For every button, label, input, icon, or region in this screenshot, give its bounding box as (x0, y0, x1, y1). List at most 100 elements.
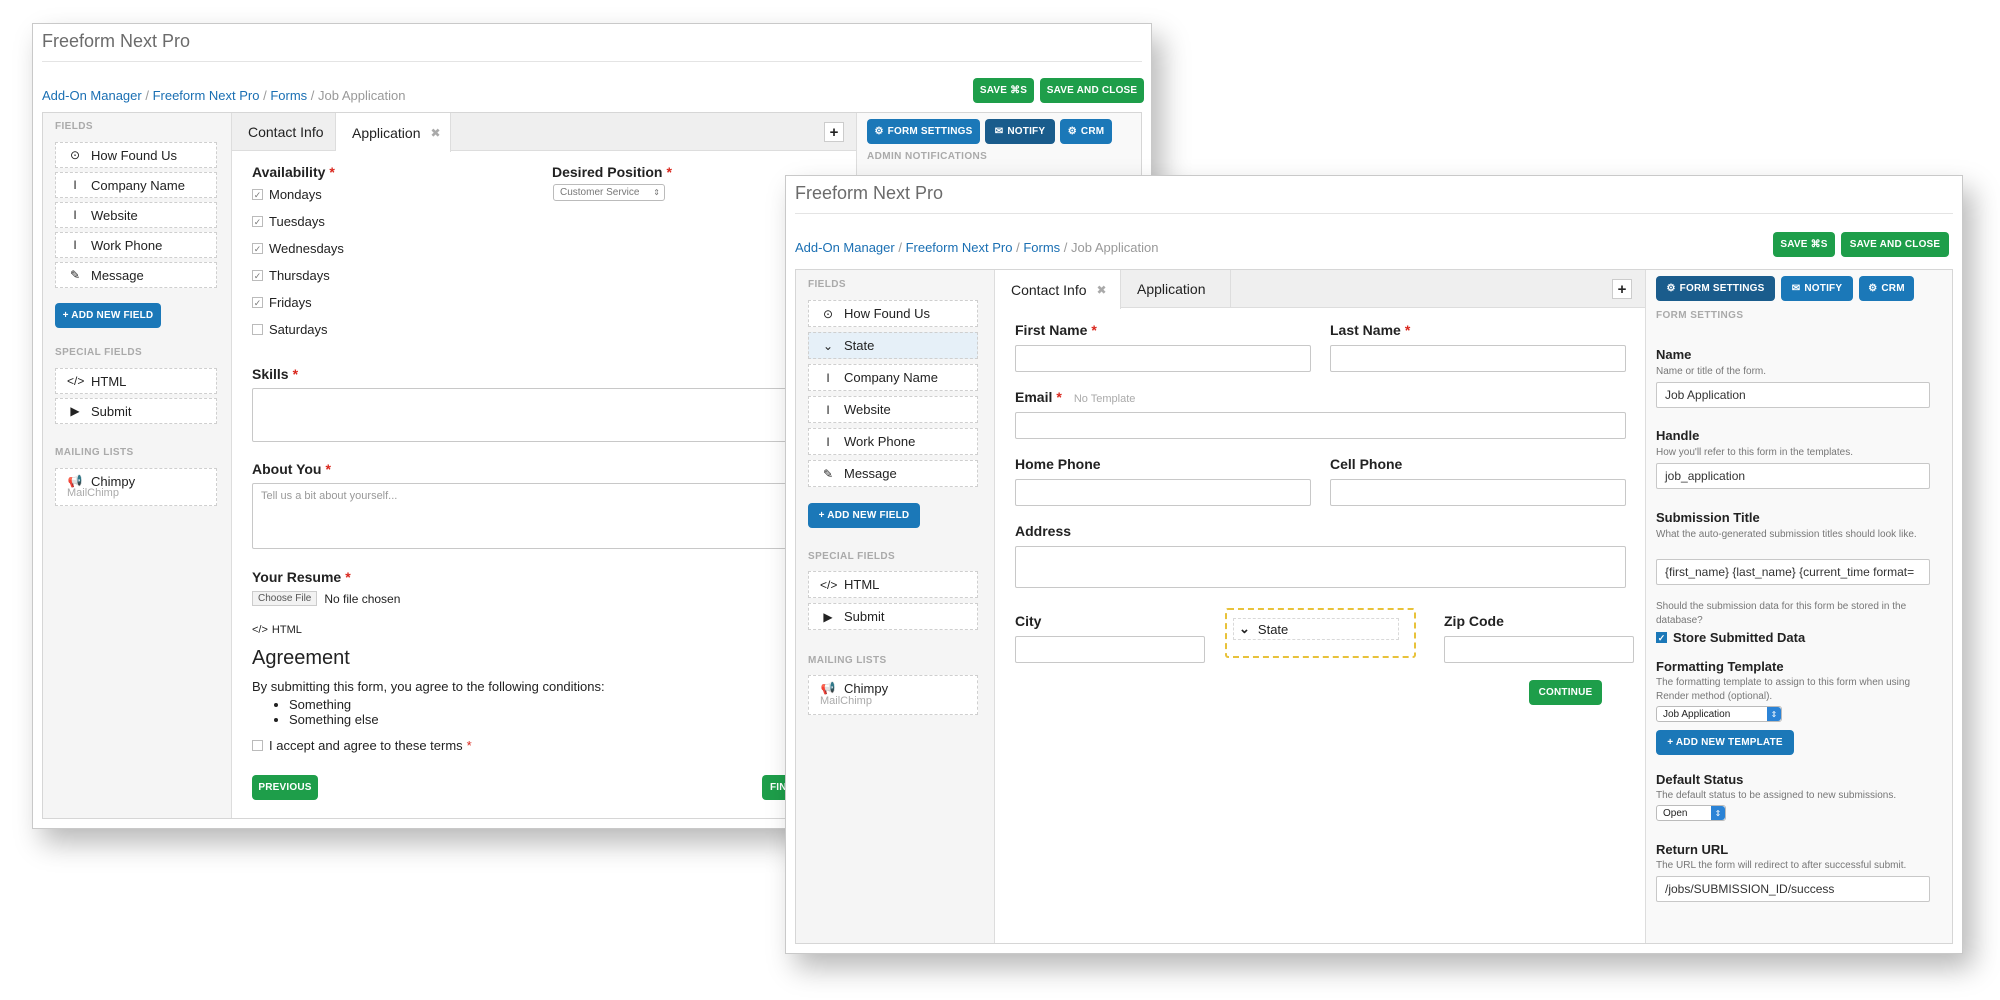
resume-file-input[interactable]: Choose File No file chosen (252, 591, 400, 606)
play-icon: ▶ (823, 609, 833, 624)
first-name-field[interactable] (1015, 345, 1311, 372)
tab-application[interactable]: Application ✖ (336, 113, 451, 152)
notify-button[interactable]: ✉ NOTIFY (1781, 276, 1853, 301)
divider (42, 61, 1142, 62)
add-new-template-button[interactable]: + ADD NEW TEMPLATE (1656, 730, 1794, 755)
tab-application[interactable]: Application (1121, 270, 1231, 308)
name-label: Name (1656, 347, 1692, 362)
text-cursor-icon: I (826, 370, 830, 385)
city-field[interactable] (1015, 636, 1205, 663)
chevron-down-icon: ⌄ (1239, 621, 1250, 636)
add-page-icon[interactable]: + (824, 122, 844, 142)
checkbox-wednesdays[interactable]: ✓ Wednesdays (252, 241, 344, 256)
continue-button[interactable]: CONTINUE (1529, 680, 1602, 705)
zip-field[interactable] (1444, 636, 1634, 663)
formatting-template-help: The formatting template to assign to thi… (1656, 677, 1911, 702)
mailing-sub: MailChimp (67, 487, 119, 499)
about-you-textarea[interactable]: Tell us a bit about yourself... (252, 483, 812, 549)
previous-button[interactable]: PREVIOUS (252, 775, 318, 800)
save-and-close-button[interactable]: SAVE AND CLOSE (1040, 78, 1144, 103)
add-page-icon[interactable]: + (1612, 279, 1632, 299)
crumb-addon-manager[interactable]: Add-On Manager (795, 240, 895, 255)
field-message[interactable]: ✎ Message (808, 460, 978, 487)
crm-button[interactable]: ⚙ CRM (1060, 119, 1112, 144)
return-url-label: Return URL (1656, 842, 1729, 857)
save-button[interactable]: SAVE ⌘S (1773, 232, 1835, 257)
desired-position-select[interactable]: Customer Service ⇕ (553, 184, 665, 201)
field-state[interactable]: ⌄ State (808, 332, 978, 359)
skills-label: Skills * (252, 366, 299, 382)
checkbox-fridays[interactable]: ✓ Fridays (252, 295, 312, 310)
handle-input[interactable]: job_application (1656, 463, 1930, 489)
save-button[interactable]: SAVE ⌘S (973, 78, 1034, 103)
envelope-icon: ✉ (994, 126, 1004, 137)
skills-textarea[interactable] (252, 388, 812, 442)
return-url-input[interactable]: /jobs/SUBMISSION_ID/success (1656, 876, 1930, 902)
agreement-text: By submitting this form, you agree to th… (252, 679, 605, 694)
crumb-forms[interactable]: Forms (270, 88, 307, 103)
megaphone-icon: 📢 (820, 681, 836, 695)
field-company-name[interactable]: I Company Name (808, 364, 978, 391)
submission-title-input[interactable]: {first_name} {last_name} {current_time f… (1656, 559, 1930, 585)
breadcrumb: Add-On Manager / Freeform Next Pro / For… (42, 88, 406, 103)
checkbox-thursdays[interactable]: ✓ Thursdays (252, 268, 330, 283)
address-field[interactable] (1015, 546, 1626, 588)
field-message[interactable]: ✎ Message (55, 262, 217, 288)
text-cursor-icon: I (73, 238, 77, 252)
crumb-forms[interactable]: Forms (1023, 240, 1060, 255)
accept-terms-checkbox[interactable]: I accept and agree to these terms * (252, 738, 472, 753)
field-website[interactable]: I Website (808, 396, 978, 423)
add-new-field-button[interactable]: + ADD NEW FIELD (55, 303, 161, 328)
choose-file-button[interactable]: Choose File (252, 591, 318, 606)
default-status-select[interactable]: Open ⇕ (1656, 805, 1726, 821)
crumb-addon-manager[interactable]: Add-On Manager (42, 88, 142, 103)
close-icon[interactable]: ✖ (431, 126, 441, 140)
code-icon: </> (820, 577, 838, 592)
tab-contact-info[interactable]: Contact Info ✖ (995, 270, 1121, 309)
save-and-close-button[interactable]: SAVE AND CLOSE (1841, 232, 1949, 257)
formatting-template-select[interactable]: Job Application ⇕ (1656, 706, 1782, 722)
field-work-phone[interactable]: I Work Phone (55, 232, 217, 258)
checkbox-tuesdays[interactable]: ✓ Tuesdays (252, 214, 325, 229)
special-submit[interactable]: ▶ Submit (808, 603, 978, 630)
form-settings-button[interactable]: ⚙ FORM SETTINGS (867, 119, 980, 144)
field-company-name[interactable]: I Company Name (55, 172, 217, 198)
crumb-freeform[interactable]: Freeform Next Pro (153, 88, 260, 103)
last-name-field[interactable] (1330, 345, 1626, 372)
notify-button[interactable]: ✉ NOTIFY (985, 119, 1055, 144)
gear-icon: ⚙ (1666, 283, 1676, 294)
cell-phone-label: Cell Phone (1330, 456, 1403, 472)
cell-phone-field[interactable] (1330, 479, 1626, 506)
no-template-note: No Template (1073, 393, 1136, 405)
field-how-found-us[interactable]: ⊙ How Found Us (55, 142, 217, 168)
text-cursor-icon: I (73, 178, 77, 192)
tab-contact-info[interactable]: Contact Info (232, 113, 336, 151)
text-cursor-icon: I (826, 402, 830, 417)
email-field[interactable] (1015, 412, 1626, 439)
crumb-freeform[interactable]: Freeform Next Pro (906, 240, 1013, 255)
state-drop-zone[interactable]: ⌄ State (1225, 608, 1416, 658)
field-website[interactable]: I Website (55, 202, 217, 228)
home-phone-field[interactable] (1015, 479, 1311, 506)
add-new-field-button[interactable]: + ADD NEW FIELD (808, 503, 920, 528)
form-settings-button[interactable]: ⚙ FORM SETTINGS (1656, 276, 1775, 301)
special-html[interactable]: </> HTML (55, 368, 217, 394)
checkbox-mondays[interactable]: ✓ Mondays (252, 187, 322, 202)
state-field-chip[interactable]: ⌄ State (1233, 618, 1399, 640)
special-submit[interactable]: ▶ Submit (55, 398, 217, 424)
list-item: Something (289, 697, 379, 712)
special-html[interactable]: </> HTML (808, 571, 978, 598)
desired-position-label: Desired Position * (552, 164, 672, 180)
edit-icon: ✎ (69, 268, 81, 282)
store-data-checkbox[interactable]: ✓ Store Submitted Data (1656, 630, 1805, 645)
field-how-found-us[interactable]: ⊙ How Found Us (808, 300, 978, 327)
home-phone-label: Home Phone (1015, 456, 1101, 472)
chevron-down-icon: ⇕ (1711, 806, 1725, 820)
field-work-phone[interactable]: I Work Phone (808, 428, 978, 455)
handle-label: Handle (1656, 428, 1700, 443)
name-input[interactable]: Job Application (1656, 382, 1930, 408)
crm-button[interactable]: ⚙ CRM (1859, 276, 1914, 301)
close-icon[interactable]: ✖ (1097, 283, 1107, 297)
checkbox-saturdays[interactable]: Saturdays (252, 322, 328, 337)
text-cursor-icon: I (826, 434, 830, 449)
